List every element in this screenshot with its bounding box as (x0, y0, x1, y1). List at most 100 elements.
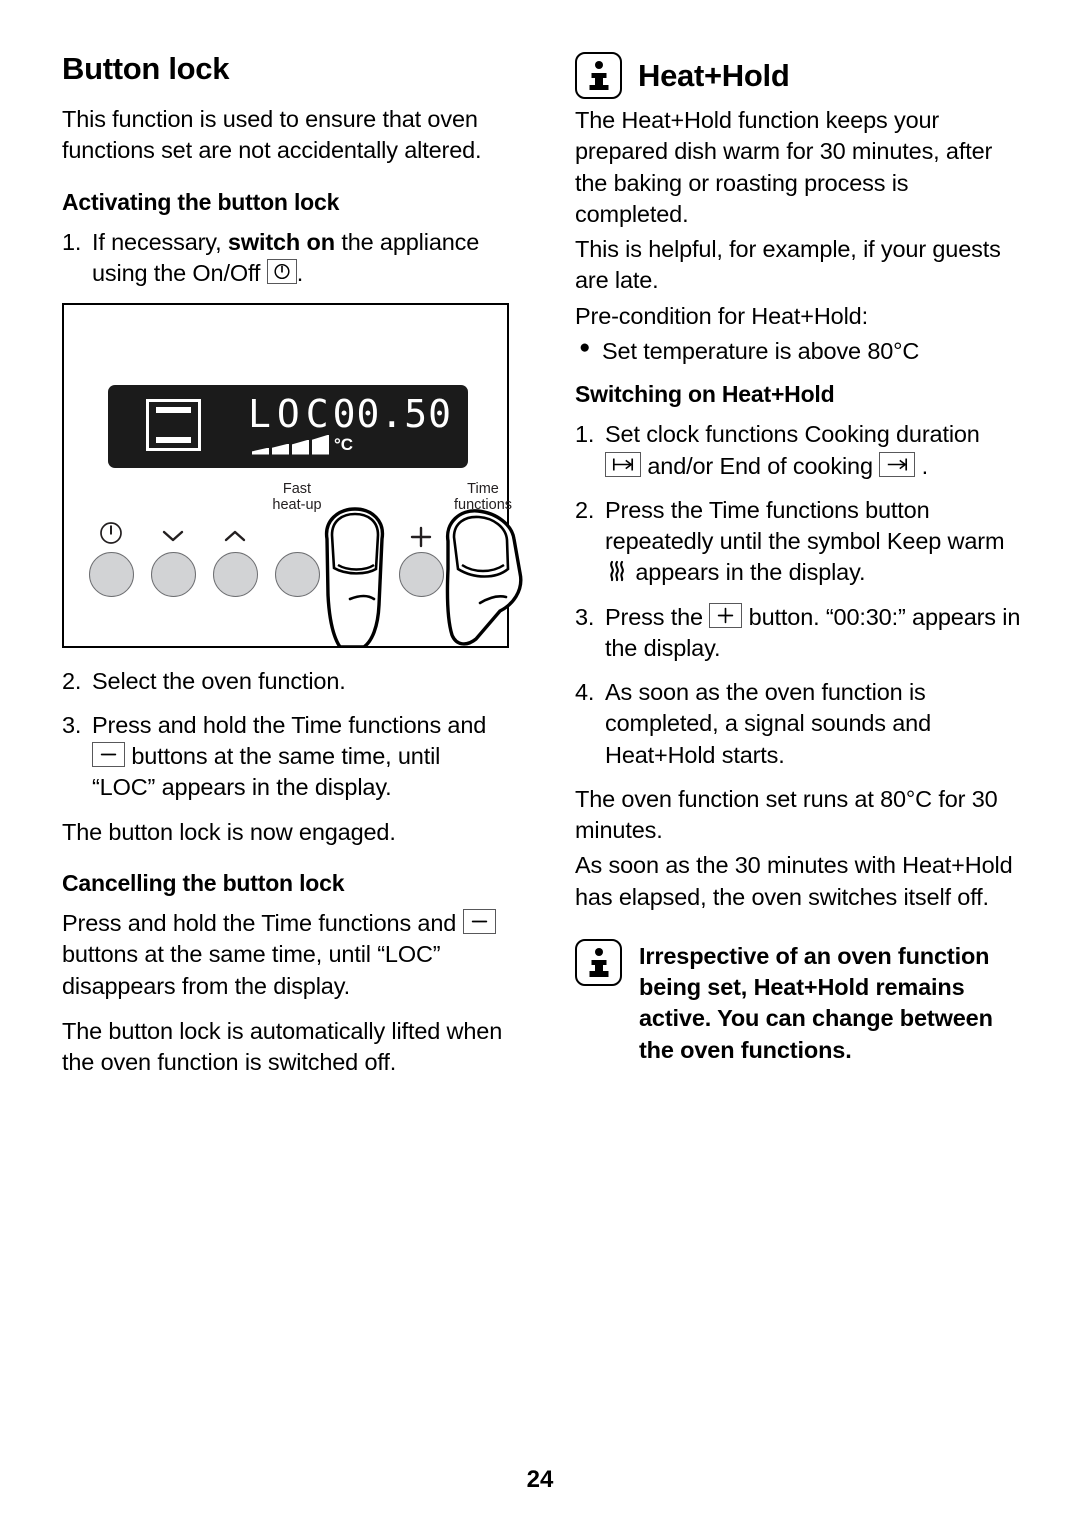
list-item: 2. Select the oven function. (62, 666, 509, 697)
cooking-duration-key-icon (605, 451, 641, 477)
step-text-pre: If necessary, (92, 229, 228, 256)
manual-page: Button lock This function is used to ens… (0, 0, 1080, 1529)
activating-heading: Activating the button lock (62, 188, 340, 215)
step-number: 1. (575, 421, 595, 448)
section-title: Heat+Hold (638, 58, 790, 93)
button-cap[interactable] (150, 551, 196, 597)
display-temperature-unit: °C (334, 434, 354, 454)
fast-heat-up-glyph (268, 514, 326, 548)
step-text: As soon as the oven function is complete… (605, 679, 932, 768)
cancelling-instruction: Press and hold the Time functions and bu… (62, 908, 509, 1002)
end-of-cooking-key-icon (879, 451, 916, 477)
left-column: Button lock This function is used to ens… (62, 51, 523, 1092)
button-cap[interactable] (398, 551, 444, 597)
step-text-end: . (296, 260, 304, 287)
temperature-bar-gauge: °C (252, 434, 354, 455)
fast-heat-up-label: Fast heat-up (268, 480, 326, 514)
decrease-button[interactable] (144, 480, 202, 597)
chevron-down-icon (144, 514, 202, 548)
list-item: 1. If necessary, switch on the appliance … (62, 227, 509, 290)
temp-segment (312, 434, 329, 455)
fast-heat-up-button[interactable]: Fast heat-up (268, 480, 326, 597)
step-number: 3. (575, 603, 595, 630)
plus-label (392, 480, 450, 514)
intro-paragraph: This function is used to ensure that ove… (62, 106, 482, 164)
precondition-lead: Pre-condition for Heat+Hold: (575, 302, 868, 329)
heat-hold-paragraph-1: The Heat+Hold function keeps your prepar… (575, 107, 993, 227)
fast-heat-up-line1: Fast (282, 481, 312, 498)
list-item: 3. Press and hold the Time functions and … (62, 710, 509, 804)
cancelling-heading: Cancelling the button lock (62, 869, 345, 896)
info-icon (575, 52, 622, 99)
heat-hold-heading-block: Heat+Hold (575, 52, 1022, 99)
power-key-icon (266, 259, 297, 285)
plus-icon (392, 514, 450, 548)
oven-display: LOC 00.50 °C (108, 384, 468, 468)
elapsed-paragraph: As soon as the 30 minutes with Heat+Hold… (575, 852, 1013, 910)
button-cap[interactable] (88, 551, 134, 597)
button-cap[interactable] (274, 551, 320, 597)
step-number: 2. (575, 496, 595, 523)
bullet-text: Set temperature is above 80°C (602, 337, 920, 364)
list-item: 1. Set clock functions Cooking duration a… (575, 419, 1022, 482)
info-icon-base (589, 84, 608, 90)
step-text-pre: Press the (605, 603, 710, 630)
info-note-text: Irrespective of an oven function being s… (639, 942, 993, 1063)
button-cap[interactable] (460, 551, 506, 597)
button-cap[interactable] (336, 551, 382, 597)
auto-lift-text: The button lock is automatically lifted … (62, 1017, 503, 1076)
step-number: 1. (62, 229, 82, 256)
step-text-pre: Set clock functions Cooking duration (605, 421, 980, 448)
list-item: 2. Press the Time functions button repeat… (575, 495, 1022, 589)
time-functions-line1: Time (467, 481, 499, 498)
minus-key-icon (462, 909, 496, 935)
info-icon-base (589, 971, 608, 977)
step-number: 2. (62, 667, 82, 694)
plus-button[interactable] (392, 480, 450, 597)
on-off-button[interactable] (82, 480, 140, 597)
step-text-pre: Press and hold the Time functions and (92, 711, 487, 738)
minus-key-icon (92, 742, 125, 768)
keep-warm-icon (605, 559, 629, 583)
temp-segment (272, 443, 289, 455)
step-text-post: appears in the display. (629, 559, 866, 586)
temp-segment (292, 439, 309, 455)
fast-heat-up-line2: heat-up (272, 496, 322, 513)
increase-button[interactable] (206, 480, 264, 597)
activating-steps: 1. If necessary, switch on the appliance … (62, 227, 509, 290)
temp-segment (252, 447, 269, 455)
cancel-text-post: buttons at the same time, until “LOC” di… (62, 941, 441, 999)
on-off-label (82, 480, 140, 514)
display-clock-text: 00.50 (332, 391, 452, 436)
step-text-post: . (915, 452, 929, 479)
heat-bar-bottom (156, 436, 191, 443)
button-cap[interactable] (212, 551, 258, 597)
page-number: 24 (526, 1466, 554, 1493)
step-number: 4. (575, 679, 595, 706)
time-functions-button[interactable]: Time functions (454, 480, 512, 597)
plus-key-icon (709, 602, 743, 628)
time-functions-label: Time functions (454, 480, 512, 514)
precondition-list: ● Set temperature is above 80°C (575, 336, 1022, 367)
cancel-text-pre: Press and hold the Time functions and (62, 910, 463, 937)
time-functions-glyph (454, 514, 512, 548)
info-icon-dot (594, 61, 603, 69)
info-note-block: Irrespective of an oven function being s… (575, 938, 1022, 1066)
runs-at-paragraph: The oven function set runs at 80°C for 3… (575, 785, 998, 844)
page-title: Button lock (62, 51, 230, 86)
switching-on-steps: 1. Set clock functions Cooking duration a… (575, 419, 1022, 771)
step-number: 3. (62, 711, 82, 738)
oven-top-bottom-heat-icon (146, 398, 201, 451)
minus-icon (330, 514, 388, 548)
step-text-pre: Press the Time functions button repeated… (605, 496, 1005, 555)
step-text-post: buttons at the same time, until “LOC” ap… (92, 743, 441, 801)
step-text-mid: and/or End of cooking (641, 452, 880, 479)
oven-control-panel-figure: LOC 00.50 °C Fast heat-up Time functions (62, 302, 523, 648)
right-column: Heat+Hold The Heat+Hold function keeps y… (575, 52, 1022, 1092)
activating-steps-continued: 2. Select the oven function. 3. Press and … (62, 666, 509, 804)
list-item: ● Set temperature is above 80°C (575, 336, 1022, 367)
control-button-row: Fast heat-up Time functions (82, 480, 512, 600)
two-column-layout: Button lock This function is used to ens… (62, 51, 1022, 1092)
info-icon (575, 938, 622, 986)
minus-button[interactable] (330, 480, 388, 597)
